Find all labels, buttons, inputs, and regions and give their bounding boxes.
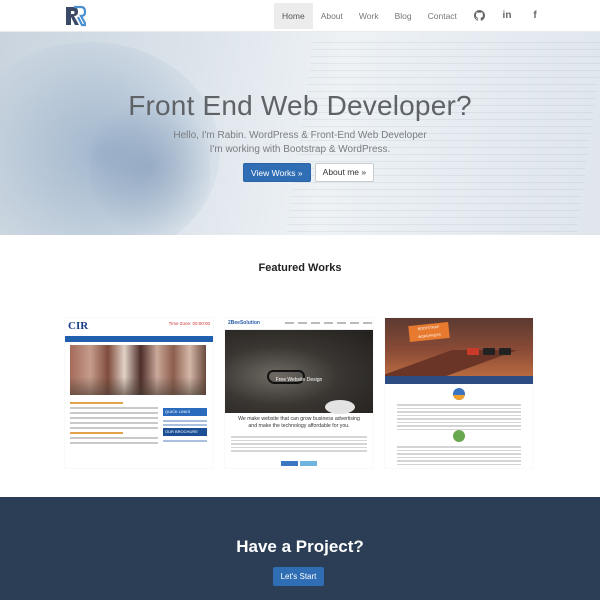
nav-item-contact[interactable]: Contact — [420, 3, 465, 29]
main-menu: Home About Work Blog Contact — [274, 3, 465, 29]
2bee-buttons — [281, 461, 317, 466]
bw-icons — [467, 348, 511, 355]
2bee-paragraph — [231, 436, 367, 454]
cir-group-photo — [70, 345, 206, 395]
bw-feature-icon — [453, 388, 465, 400]
featured-works-title: Featured Works — [258, 262, 342, 274]
cir-brochure: OUR BROCHURE — [163, 428, 207, 436]
hero-subtitle-line1: Hello, I'm Rabin. WordPress & Front-End … — [173, 130, 427, 141]
hero-subtitle: Hello, I'm Rabin. WordPress & Front-End … — [0, 129, 600, 157]
top-navbar: Home About Work Blog Contact in f — [0, 0, 600, 32]
2bee-logo: 2BeeSolution — [228, 320, 260, 326]
bw-check-icon — [453, 430, 465, 442]
cta-title: Have a Project? — [236, 537, 364, 556]
2bee-header: 2BeeSolution — [225, 318, 373, 330]
2bee-hero-text: Free Website Design — [275, 377, 323, 383]
bw-hero-banner: BOOTSTRAP WORDPRESS — [385, 318, 533, 376]
bw-badge: BOOTSTRAP WORDPRESS — [408, 321, 450, 343]
cir-nav-bar — [65, 336, 213, 342]
linkedin-icon[interactable]: in — [500, 8, 514, 22]
work-card-bootstrap-wordpress[interactable]: BOOTSTRAP WORDPRESS — [385, 318, 533, 468]
about-me-button[interactable]: About me » — [314, 163, 375, 182]
bw-text-block-1 — [397, 404, 521, 432]
brand-logo[interactable] — [64, 5, 86, 27]
hero-buttons: View Works » About me » — [243, 163, 375, 182]
2bee-tagline-line2: and make the technology affordable for y… — [248, 423, 350, 429]
2bee-hero-image: Free Website Design — [225, 330, 373, 414]
hero-subtitle-line2: I'm working with Bootstrap & WordPress. — [209, 144, 391, 155]
facebook-icon[interactable]: f — [528, 8, 542, 22]
view-works-button[interactable]: View Works » — [243, 163, 311, 182]
cir-quick-links: QUICK LINKS — [163, 408, 207, 416]
cta-section: Have a Project? Let's Start — [0, 497, 600, 600]
cir-time-zone: Time Zone: 00:00:00 — [168, 321, 210, 326]
mouse-image — [325, 400, 355, 414]
work-card-2bee[interactable]: 2BeeSolution Free Website Design We make… — [225, 318, 373, 468]
cir-logo: CIR — [68, 320, 89, 332]
bw-blue-strip — [385, 376, 533, 384]
hero-section: Front End Web Developer? Hello, I'm Rabi… — [0, 32, 600, 235]
nav-item-blog[interactable]: Blog — [387, 3, 420, 29]
bw-text-block-2 — [397, 446, 521, 467]
2bee-nav — [285, 322, 372, 324]
cir-header: CIR Time Zone: 00:00:00 — [65, 318, 213, 336]
hero-title: Front End Web Developer? — [128, 90, 472, 121]
cir-sidebar: QUICK LINKS OUR BROCHURE — [163, 408, 207, 444]
nav-item-home[interactable]: Home — [274, 3, 313, 29]
2bee-tagline: We make website that can grow business a… — [225, 416, 373, 430]
nav-item-about[interactable]: About — [313, 3, 351, 29]
lets-start-button[interactable]: Let's Start — [273, 567, 324, 586]
github-icon[interactable] — [472, 8, 486, 22]
nav-item-work[interactable]: Work — [351, 3, 387, 29]
social-links: in f — [472, 8, 542, 22]
2bee-tagline-line1: We make website that can grow business a… — [238, 416, 360, 422]
work-card-cir[interactable]: CIR Time Zone: 00:00:00 QUICK LINKS OUR … — [65, 318, 213, 468]
cir-text-block — [70, 402, 158, 447]
